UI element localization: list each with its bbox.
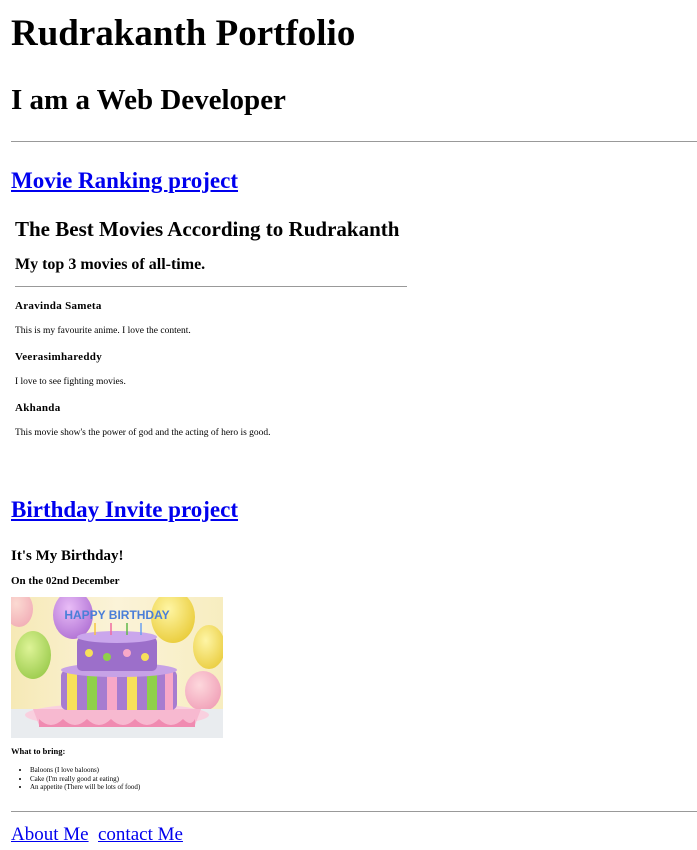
svg-text:HAPPY BIRTHDAY: HAPPY BIRTHDAY	[64, 608, 169, 622]
movie-description: This movie show's the power of god and t…	[15, 428, 271, 438]
about-me-link[interactable]: About Me	[11, 825, 89, 844]
movies-title: The Best Movies According to Rudrakanth	[15, 217, 400, 241]
top-divider	[11, 141, 697, 142]
contact-me-link[interactable]: contact Me	[98, 825, 183, 844]
bottom-divider	[11, 811, 697, 812]
birthday-title: It's My Birthday!	[11, 548, 124, 564]
birthday-date: On the 02nd December	[11, 575, 120, 587]
page-subtitle: I am a Web Developer	[11, 84, 286, 116]
list-item: Cake (I'm really good at eating)	[30, 775, 140, 784]
movies-subtitle: My top 3 movies of all-time.	[15, 256, 206, 273]
movie-name: Akhanda	[15, 402, 61, 414]
birthday-cake-image: HAPPY BIRTHDAY	[11, 597, 223, 738]
movie-name: Aravinda Sameta	[15, 300, 102, 312]
movies-divider	[15, 286, 407, 287]
list-item: An appetite (There will be lots of food)	[30, 783, 140, 792]
cake-topper-text: HAPPY BIRTHDAY	[64, 608, 169, 622]
movie-description: This is my favourite anime. I love the c…	[15, 326, 191, 336]
list-item: Baloons (I love baloons)	[30, 766, 140, 775]
movie-description: I love to see fighting movies.	[15, 377, 126, 387]
movie-name: Veerasimhareddy	[15, 351, 102, 363]
bring-list: Baloons (I love baloons) Cake (I'm reall…	[12, 766, 140, 792]
what-to-bring-label: What to bring:	[11, 746, 66, 756]
page-title: Rudrakanth Portfolio	[11, 13, 356, 54]
movie-ranking-link[interactable]: Movie Ranking project	[11, 169, 238, 192]
birthday-invite-link[interactable]: Birthday Invite project	[11, 498, 238, 521]
